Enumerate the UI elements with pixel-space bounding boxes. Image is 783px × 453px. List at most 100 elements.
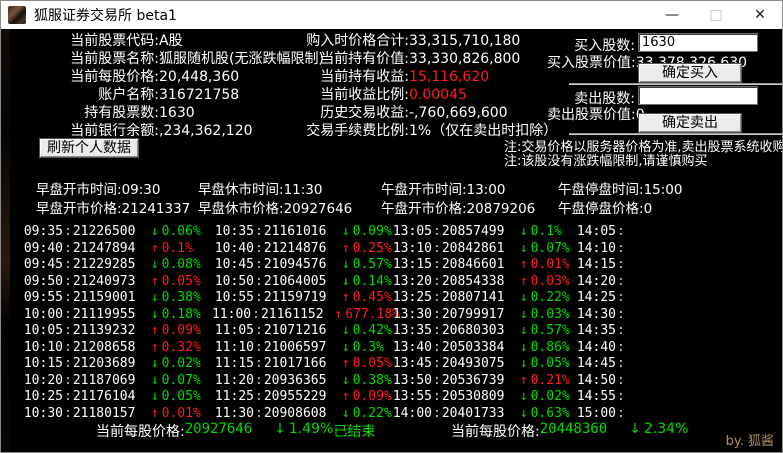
quote-change: ↓0.06% (151, 224, 201, 241)
quote-row: 14:35: (572, 323, 762, 340)
quote-row: 14:25: (572, 290, 762, 307)
session-block: 午盘停盘时间:15:00 午盘停盘价格:0 (558, 181, 732, 219)
quote-row: 10:35:21161016↓0.09% (210, 224, 400, 241)
session-price-label: 早盘开市价格: (36, 201, 122, 217)
summary-change: ↓1.49%已结束 (274, 421, 375, 441)
quote-percent: 0.22% (531, 290, 570, 307)
quote-time: 13:25 (388, 290, 432, 307)
quote-price: 20530809 (442, 389, 512, 406)
holdings-row: 当前持有收益:15,116,620 (297, 68, 557, 86)
quote-row: 15:00: (572, 406, 762, 423)
quote-change (704, 389, 707, 406)
quote-row: 11:30:20908608↓0.22% (210, 406, 400, 423)
quote-price: 21017166 (264, 356, 334, 373)
quote-price (626, 241, 696, 258)
quote-time: 14:10 (572, 241, 616, 258)
refresh-data-button[interactable]: 刷新个人数据 (39, 138, 139, 158)
quote-change (704, 373, 707, 390)
quote-price (626, 307, 696, 324)
quote-change: ↓0.08% (151, 257, 201, 274)
quote-percent: 0.05% (353, 356, 392, 373)
quote-separator: : (255, 224, 263, 241)
maximize-button: □ (694, 1, 738, 29)
quote-price: 21161016 (264, 224, 334, 241)
quote-change: ↓0.09% (342, 224, 392, 241)
quote-percent: 0.32% (162, 340, 201, 357)
quote-row: 13:35:20680303↓0.57% (388, 323, 578, 340)
quote-price (626, 224, 696, 241)
quote-time: 10:55 (210, 290, 254, 307)
confirm-sell-button[interactable]: 确定卖出 (638, 113, 742, 133)
quote-price: 20807141 (442, 290, 512, 307)
quote-change: ↓0.14% (342, 274, 392, 291)
quote-separator: : (255, 257, 263, 274)
quote-row: 14:05: (572, 224, 762, 241)
buy-qty-input[interactable] (638, 33, 758, 52)
quote-change (704, 340, 707, 357)
quote-change: ↑0.09% (151, 323, 201, 340)
quote-price (626, 323, 696, 340)
close-button[interactable]: ✕ (738, 1, 782, 29)
quote-price: 21159719 (264, 290, 334, 307)
quote-separator: : (64, 373, 72, 390)
quote-separator: : (255, 340, 263, 357)
trend-arrow-icon: ↓ (520, 389, 528, 406)
quote-change: ↑0.05% (151, 274, 201, 291)
trend-arrow-icon: ↓ (629, 421, 641, 441)
minimize-button[interactable]: — (650, 1, 694, 29)
confirm-buy-button[interactable]: 确定买入 (638, 63, 742, 83)
quote-percent: 0.42% (353, 323, 392, 340)
app-window: 狐服证券交易所 beta1 — □ ✕ 当前股票代码:A股 当前股票名称:狐服随… (0, 0, 783, 453)
quote-row: 10:30:21180157↑0.01% (19, 406, 209, 423)
quote-change (704, 356, 707, 373)
quote-time: 13:20 (388, 274, 432, 291)
quote-separator: : (617, 257, 625, 274)
quote-price: 21159001 (73, 290, 143, 307)
quote-time: 14:40 (572, 340, 616, 357)
quote-percent: 0.45% (353, 290, 392, 307)
summary-group: 当前每股价格:20927646↓1.49%已结束 (96, 421, 451, 441)
sell-qty-input[interactable] (638, 86, 758, 105)
trend-arrow-icon: ↓ (520, 224, 528, 241)
quote-change: ↓0.57% (520, 323, 570, 340)
trend-arrow-icon: ↓ (520, 340, 528, 357)
quote-change (704, 307, 707, 324)
quote-price (626, 373, 696, 390)
field-label: 当前收益比例: (297, 86, 409, 104)
holdings-row: 购入时价格合计:33,315,710,180 (297, 32, 557, 50)
quote-column-morning-1: 09:35:21226500↓0.06% 09:40:21247894↑0.1%… (19, 224, 209, 422)
trend-arrow-icon: ↑ (151, 323, 159, 340)
app-icon (8, 6, 26, 24)
quote-percent: 0.22% (353, 406, 392, 423)
trend-arrow-icon: ↓ (342, 406, 350, 423)
quote-price: 21161152 (261, 307, 326, 324)
quote-price: 20936365 (264, 373, 334, 390)
session-price-label: 早盘休市价格: (198, 201, 284, 217)
quote-row: 13:30:20799917↓0.03% (388, 307, 578, 324)
trend-arrow-icon: ↑ (151, 406, 159, 423)
quote-change: ↑0.1% (151, 241, 193, 258)
holdings-row: 当前收益比例:0.00045 (297, 86, 557, 104)
session-price-value: 20927646 (284, 201, 353, 217)
trend-arrow-icon: ↓ (151, 356, 159, 373)
quote-percent: 0.63% (531, 406, 570, 423)
quote-time: 10:50 (210, 274, 254, 291)
field-value: 33,315,710,180 (409, 32, 520, 50)
field-value: 20,448,360 (159, 68, 239, 86)
quote-percent: 0.01% (531, 257, 570, 274)
quote-percent: 0.86% (531, 340, 570, 357)
quote-change: ↓0.38% (151, 290, 201, 307)
quote-time: 10:20 (19, 373, 63, 390)
quote-separator: : (64, 241, 72, 258)
session-headers: 早盘开市时间:09:30 早盘开市价格:21241337 早盘休市时间:11:3… (1, 181, 782, 219)
quote-time: 10:25 (19, 389, 63, 406)
quote-price: 21176104 (73, 389, 143, 406)
quote-price (626, 340, 696, 357)
quote-time: 13:45 (388, 356, 432, 373)
quote-change: ↑0.25% (342, 241, 392, 258)
quote-percent: 0.38% (162, 290, 201, 307)
quote-price: 20493075 (442, 356, 512, 373)
quote-time: 10:10 (19, 340, 63, 357)
quote-price: 21180157 (73, 406, 143, 423)
quote-row: 14:30: (572, 307, 762, 324)
